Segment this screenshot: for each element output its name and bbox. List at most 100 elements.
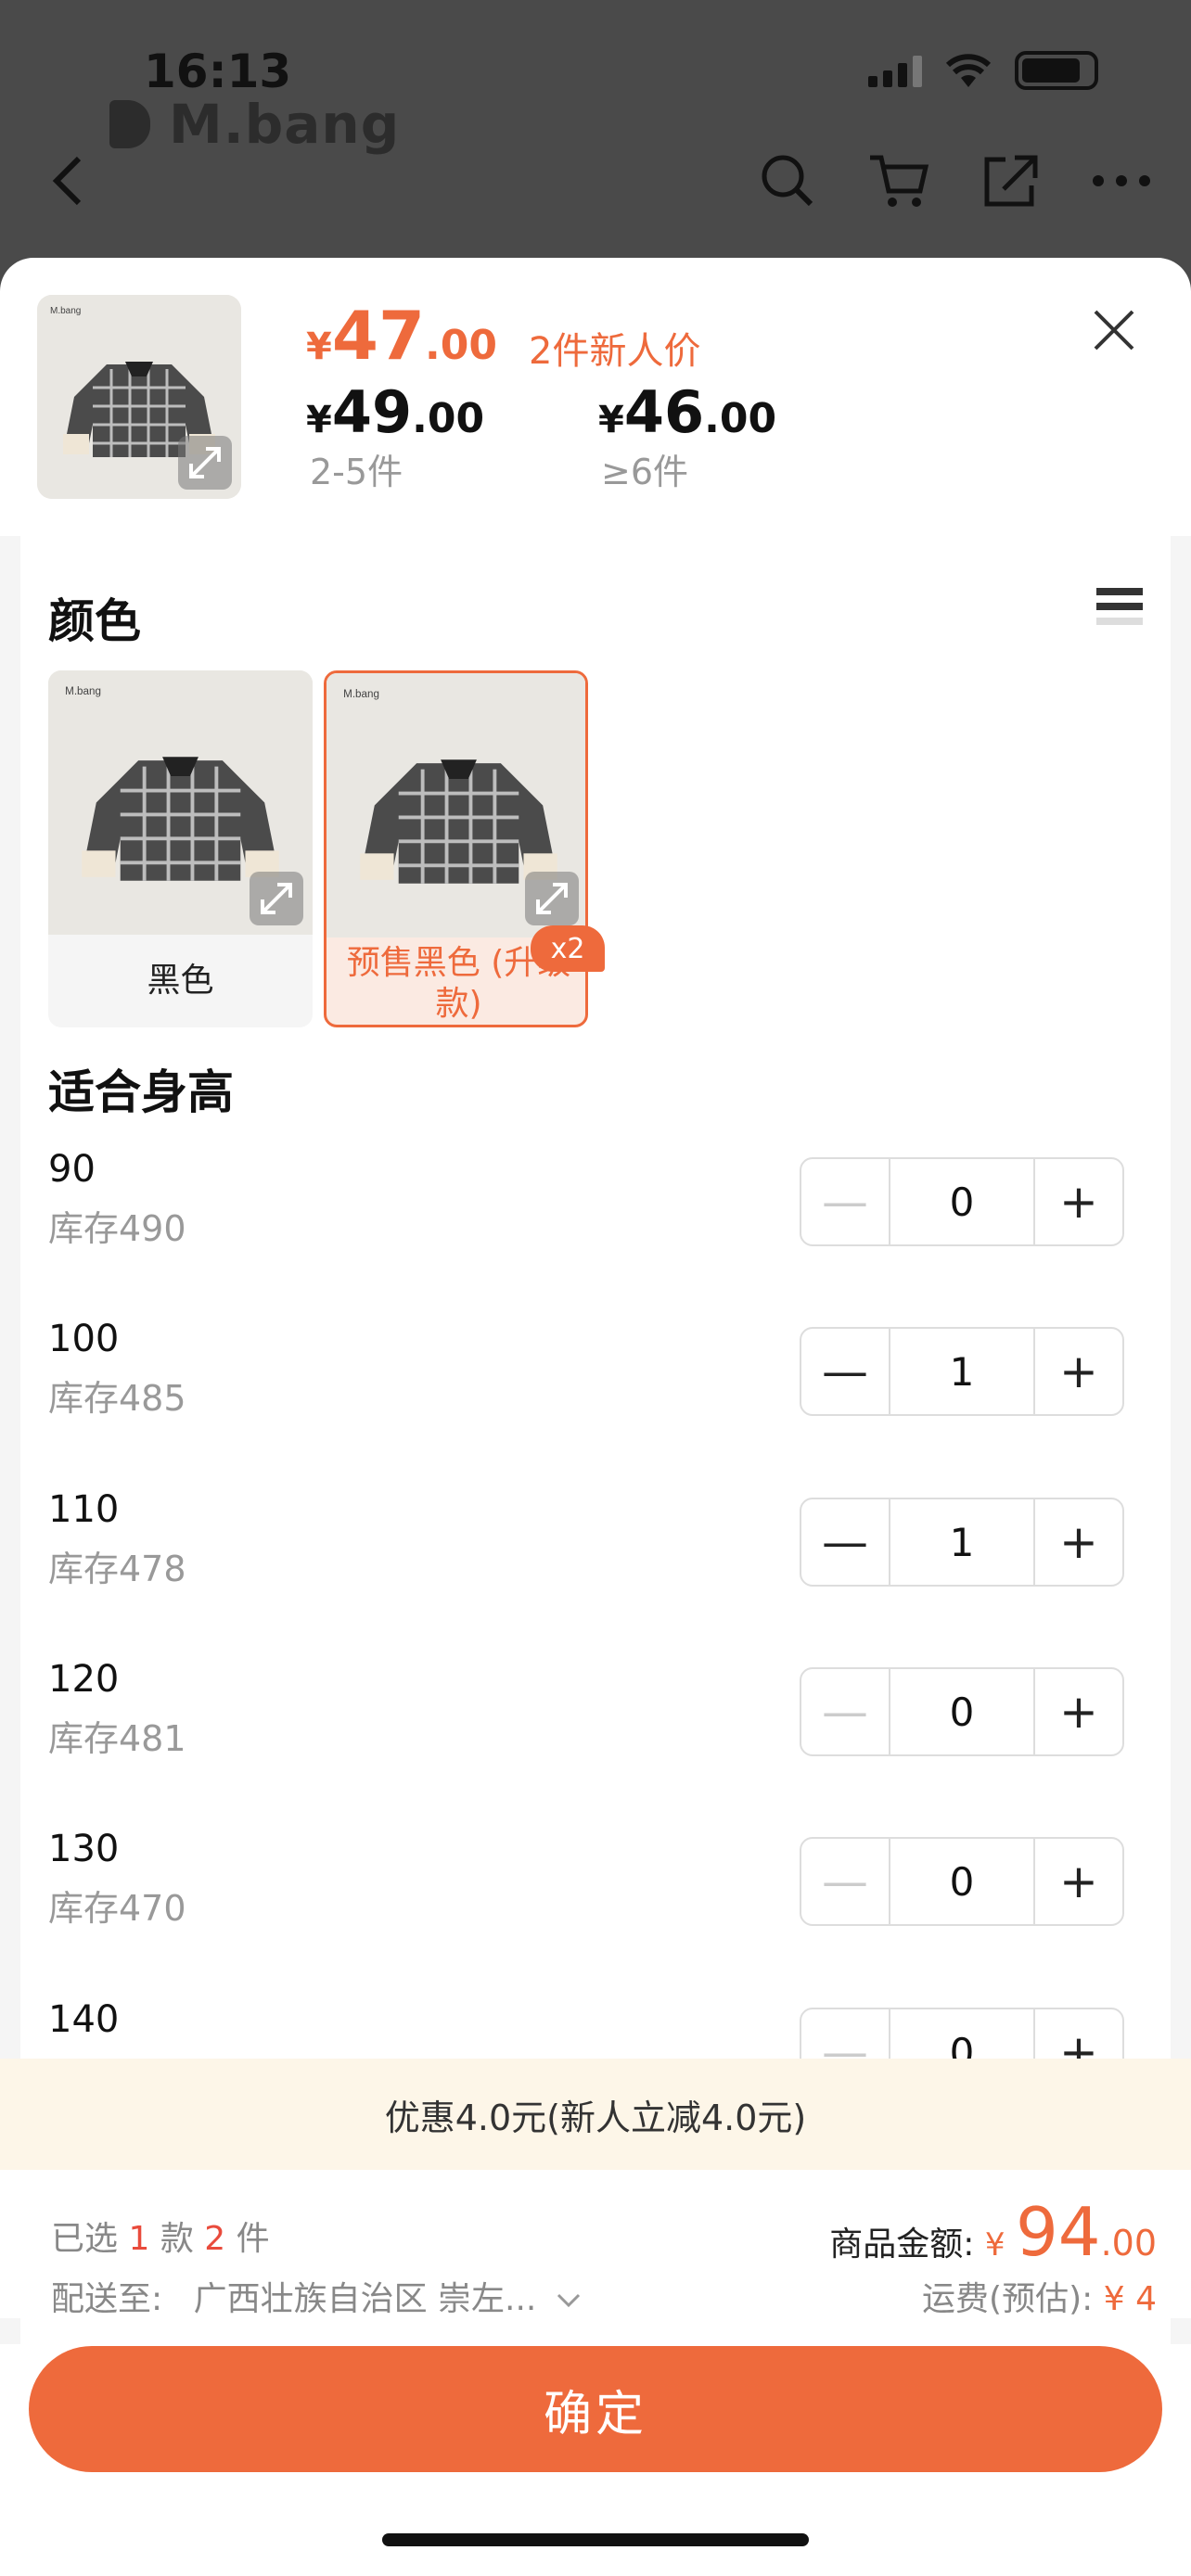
- quantity-stepper: — 0 +: [800, 1837, 1124, 1926]
- svg-text:M.bang: M.bang: [50, 306, 81, 316]
- size-row: 140 — 0 +: [0, 1998, 1150, 2059]
- sku-selection-sheet: M.bang ¥47.00 2件新人价 ¥49.00 2-5件 ¥46.00 ≥…: [0, 258, 1191, 2576]
- promo-banner: 优惠4.0元(新人立减4.0元): [0, 2059, 1191, 2170]
- quantity-stepper: — 0 +: [800, 2008, 1124, 2059]
- color-option-black[interactable]: M.bang 黑色: [48, 670, 313, 1027]
- quantity-stepper: — 0 +: [800, 1157, 1124, 1246]
- increment-button[interactable]: +: [1035, 1329, 1122, 1414]
- search-icon[interactable]: [755, 148, 820, 213]
- size-stock: 库存478: [48, 1549, 186, 1589]
- increment-button[interactable]: +: [1035, 1159, 1122, 1244]
- status-time: 16:13: [144, 45, 292, 98]
- battery-icon: [1015, 51, 1098, 90]
- quantity-stepper: — 1 +: [800, 1498, 1124, 1587]
- share-icon[interactable]: [978, 148, 1043, 213]
- size-height: 90: [48, 1148, 96, 1191]
- size-row: 110 库存478 — 1 +: [0, 1488, 1150, 1590]
- currency-symbol: ¥: [306, 325, 332, 368]
- brand-name: M.bang: [169, 93, 401, 156]
- total-label: 商品金额:: [829, 2225, 975, 2264]
- size-height: 120: [48, 1658, 120, 1701]
- color-option-presale-black[interactable]: M.bang 预售黑色 (升级款): [324, 670, 588, 1027]
- main-price: ¥47.00: [306, 297, 497, 375]
- shipping-fee: 运费(预估): ¥ 4: [922, 2272, 1157, 2320]
- more-icon[interactable]: [1089, 148, 1154, 213]
- selected-summary: 已选 1 款 2 件: [51, 2212, 270, 2260]
- increment-button[interactable]: +: [1035, 1669, 1122, 1754]
- header-actions: [755, 148, 1154, 213]
- order-summary: 已选 1 款 2 件 配送至: 广西壮族自治区 崇左... 商品金额: ¥ 94…: [0, 2170, 1191, 2318]
- size-row: 130 库存470 — 0 +: [0, 1828, 1150, 1930]
- price-decimal: .00: [425, 322, 497, 369]
- tier-price-decimal: .00: [412, 395, 485, 442]
- cart-icon[interactable]: [866, 148, 931, 213]
- quantity-value[interactable]: 1: [889, 1499, 1035, 1585]
- quantity-value[interactable]: 0: [889, 1159, 1035, 1244]
- size-height: 140: [48, 1998, 120, 2041]
- total-integer: 94: [1015, 2193, 1101, 2271]
- decrement-button[interactable]: —: [801, 2009, 889, 2059]
- color-section-title: 颜色: [48, 594, 141, 648]
- quantity-value[interactable]: 0: [889, 1839, 1035, 1924]
- styles-count: 1: [128, 2220, 150, 2258]
- signal-icon: [868, 54, 922, 87]
- decrement-button[interactable]: —: [801, 1669, 889, 1754]
- option-image: M.bang: [327, 673, 585, 937]
- decrement-button[interactable]: —: [801, 1499, 889, 1585]
- size-row: 100 库存485 — 1 +: [0, 1318, 1150, 1420]
- shipping-destination[interactable]: 配送至: 广西壮族自治区 崇左...: [51, 2272, 583, 2320]
- status-icons: [868, 51, 1098, 90]
- quantity-value[interactable]: 0: [889, 1669, 1035, 1754]
- decrement-button[interactable]: —: [801, 1839, 889, 1924]
- items-unit: 件: [236, 2220, 270, 2258]
- wifi-icon: [945, 54, 992, 87]
- back-icon[interactable]: [42, 153, 97, 209]
- size-height: 100: [48, 1318, 120, 1360]
- brand-logo: M.bang: [109, 93, 400, 156]
- product-thumbnail[interactable]: M.bang: [37, 295, 241, 499]
- size-stock: 库存470: [48, 1888, 186, 1929]
- size-height: 130: [48, 1828, 120, 1870]
- size-stock: 库存481: [48, 1718, 186, 1759]
- tier-price-decimal: .00: [704, 395, 777, 442]
- price-integer: 47: [331, 297, 426, 375]
- quantity-stepper: — 0 +: [800, 1667, 1124, 1756]
- expand-icon[interactable]: [178, 436, 232, 490]
- decrement-button[interactable]: —: [801, 1329, 889, 1414]
- quantity-value[interactable]: 1: [889, 1329, 1035, 1414]
- tier-price-integer: 46: [623, 378, 705, 446]
- increment-button[interactable]: +: [1035, 2009, 1122, 2059]
- close-icon[interactable]: [1088, 304, 1140, 356]
- selected-count-badge: x2: [531, 925, 605, 972]
- tier-qty-1: 2-5件: [310, 452, 403, 492]
- chevron-down-icon: [557, 2293, 580, 2308]
- size-stock: 库存490: [48, 1208, 186, 1249]
- expand-icon[interactable]: [525, 872, 579, 925]
- option-label: 黑色: [147, 962, 214, 1000]
- list-view-icon[interactable]: [1096, 584, 1143, 632]
- confirm-button[interactable]: 确定: [29, 2346, 1162, 2472]
- ship-label: 配送至:: [51, 2280, 163, 2318]
- option-image: M.bang: [48, 670, 313, 935]
- quantity-value[interactable]: 0: [889, 2009, 1035, 2059]
- tier-qty-2: ≥6件: [601, 452, 689, 492]
- styles-unit: 款: [160, 2220, 194, 2258]
- size-stock: 库存485: [48, 1378, 186, 1419]
- app-header-background: 16:13 M.bang: [0, 0, 1191, 260]
- size-row: 120 库存481 — 0 +: [0, 1658, 1150, 1760]
- currency-symbol: ¥: [984, 2226, 1005, 2264]
- home-indicator: [382, 2533, 809, 2546]
- size-row: 90 库存490 — 0 +: [0, 1148, 1150, 1250]
- decrement-button[interactable]: —: [801, 1159, 889, 1244]
- currency-symbol: ¥: [598, 399, 624, 441]
- expand-icon[interactable]: [250, 872, 303, 925]
- quantity-stepper: — 1 +: [800, 1327, 1124, 1416]
- increment-button[interactable]: +: [1035, 1839, 1122, 1924]
- svg-text:M.bang: M.bang: [65, 685, 101, 697]
- tier-price-1: ¥49.00: [306, 378, 484, 446]
- ship-address: 广西壮族自治区 崇左...: [193, 2280, 537, 2318]
- svg-text:M.bang: M.bang: [343, 688, 379, 700]
- increment-button[interactable]: +: [1035, 1499, 1122, 1585]
- fee-value: ¥ 4: [1103, 2280, 1157, 2318]
- tier-price-2: ¥46.00: [598, 378, 776, 446]
